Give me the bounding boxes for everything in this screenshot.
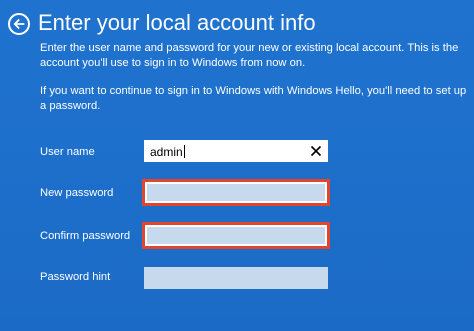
- new-password-label: New password: [40, 187, 114, 199]
- text-caret: [183, 145, 185, 158]
- password-hint-input[interactable]: [144, 267, 328, 289]
- username-label: User name: [40, 146, 95, 158]
- intro-paragraph: Enter the user name and password for you…: [40, 42, 459, 69]
- clear-username-button[interactable]: [309, 144, 323, 158]
- username-input[interactable]: admin: [144, 140, 328, 162]
- back-arrow-icon: [13, 18, 25, 30]
- account-info-dialog: Enter your local account info Enter the …: [0, 0, 474, 331]
- new-password-input[interactable]: [142, 179, 330, 206]
- page-title: Enter your local account info: [38, 10, 316, 35]
- back-button[interactable]: [8, 13, 30, 35]
- close-icon: [310, 145, 322, 157]
- windows-hello-paragraph: If you want to continue to sign in to Wi…: [40, 85, 467, 112]
- password-hint-label: Password hint: [40, 271, 111, 283]
- username-value: admin: [150, 145, 183, 159]
- confirm-password-input[interactable]: [142, 222, 330, 249]
- confirm-password-label: Confirm password: [40, 230, 131, 242]
